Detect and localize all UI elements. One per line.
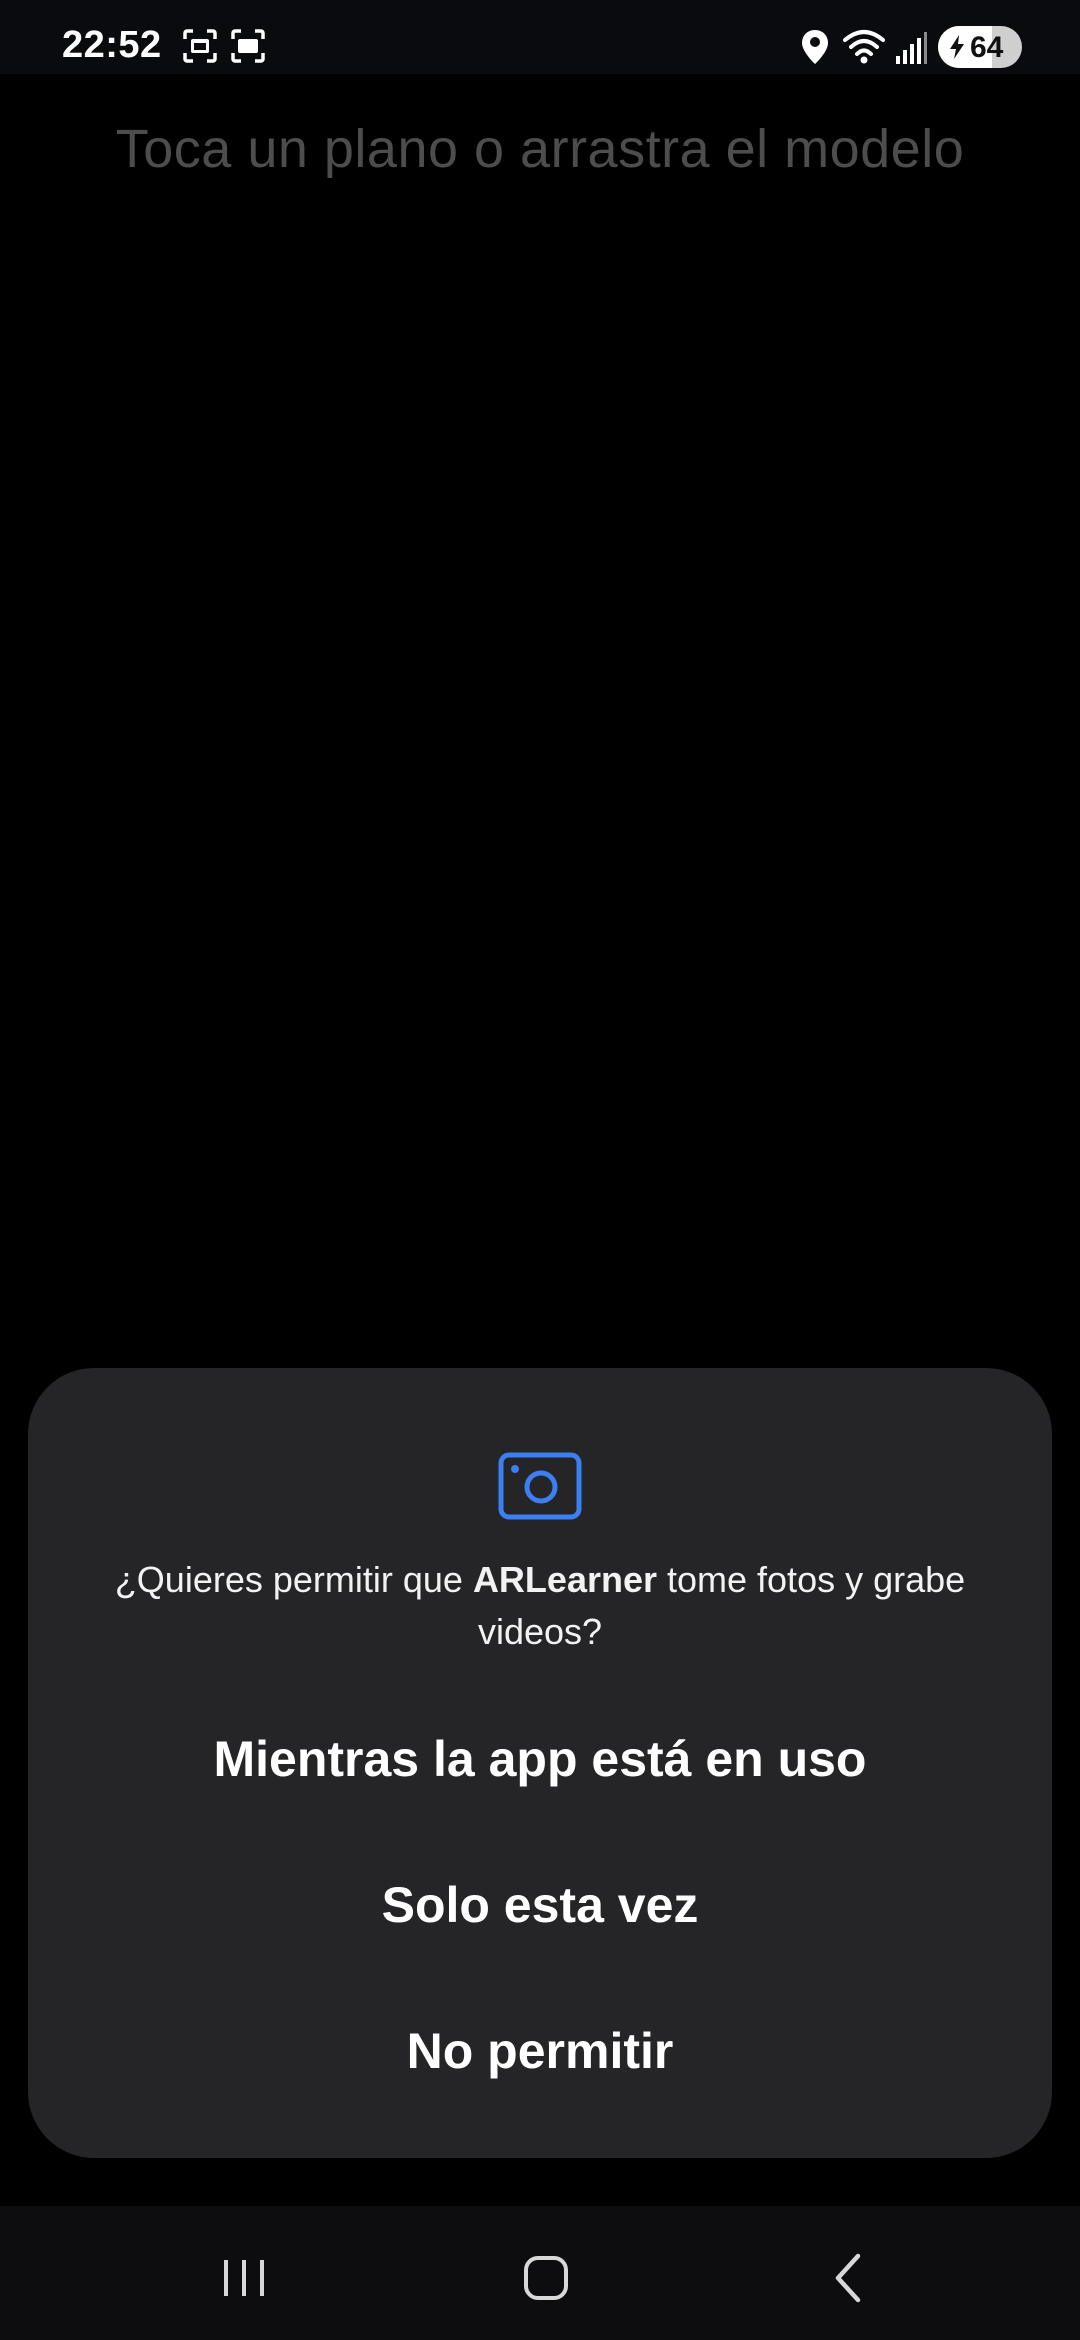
home-icon[interactable] bbox=[516, 2248, 576, 2308]
battery-indicator: 64 bbox=[938, 26, 1022, 68]
permission-dialog: ¿Quieres permitir que ARLearner tome fot… bbox=[28, 1368, 1052, 2158]
charging-bolt-icon bbox=[948, 34, 966, 65]
recent-apps-icon[interactable] bbox=[214, 2248, 274, 2308]
screen-record-icon bbox=[230, 28, 266, 64]
message-prefix: ¿Quieres permitir que bbox=[114, 1559, 473, 1600]
camera-icon bbox=[498, 1452, 582, 1520]
deny-button[interactable]: No permitir bbox=[28, 2022, 1052, 2080]
back-icon[interactable] bbox=[820, 2248, 880, 2308]
allow-once-button[interactable]: Solo esta vez bbox=[28, 1876, 1052, 1934]
screenshot-icon bbox=[182, 28, 218, 64]
battery-level: 64 bbox=[970, 31, 1004, 64]
allow-while-using-button[interactable]: Mientras la app está en uso bbox=[28, 1730, 1052, 1788]
location-icon bbox=[800, 28, 830, 66]
wifi-icon bbox=[842, 26, 886, 66]
signal-icon bbox=[894, 30, 928, 66]
ar-hint-text: Toca un plano o arrastra el modelo bbox=[115, 119, 965, 179]
navigation-bar bbox=[0, 2206, 1080, 2340]
app-name: ARLearner bbox=[472, 1559, 657, 1600]
permission-message: ¿Quieres permitir que ARLearner tome fot… bbox=[88, 1554, 992, 1658]
status-bar: 22:52 64 bbox=[0, 0, 1080, 74]
status-time: 22:52 bbox=[62, 24, 162, 66]
